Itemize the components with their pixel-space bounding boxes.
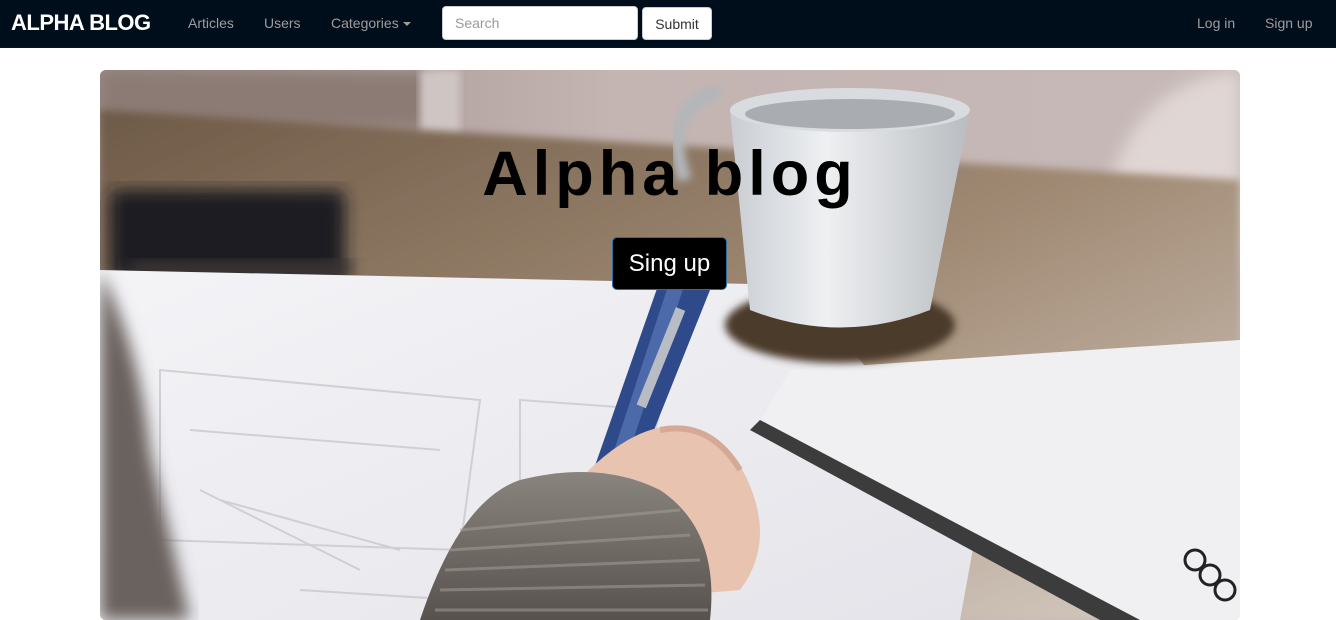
caret-down-icon [402, 22, 411, 27]
hero-jumbotron: Alpha blog Sing up [100, 70, 1240, 620]
navbar: ALPHA BLOG Articles Users Categories Sub… [0, 0, 1336, 48]
nav-link-signup[interactable]: Sign up [1265, 15, 1312, 31]
nav-categories-label: Categories [331, 15, 399, 31]
brand-logo-link[interactable]: ALPHA BLOG [11, 10, 151, 36]
search-submit-button[interactable]: Submit [642, 7, 712, 40]
hero-signup-button[interactable]: Sing up [612, 237, 727, 290]
nav-link-login[interactable]: Log in [1197, 15, 1235, 31]
hero-title: Alpha blog [482, 139, 858, 209]
nav-link-articles[interactable]: Articles [188, 15, 234, 31]
nav-dropdown-categories[interactable]: Categories [331, 15, 411, 31]
nav-link-users[interactable]: Users [264, 15, 301, 31]
search-input[interactable] [442, 6, 638, 40]
